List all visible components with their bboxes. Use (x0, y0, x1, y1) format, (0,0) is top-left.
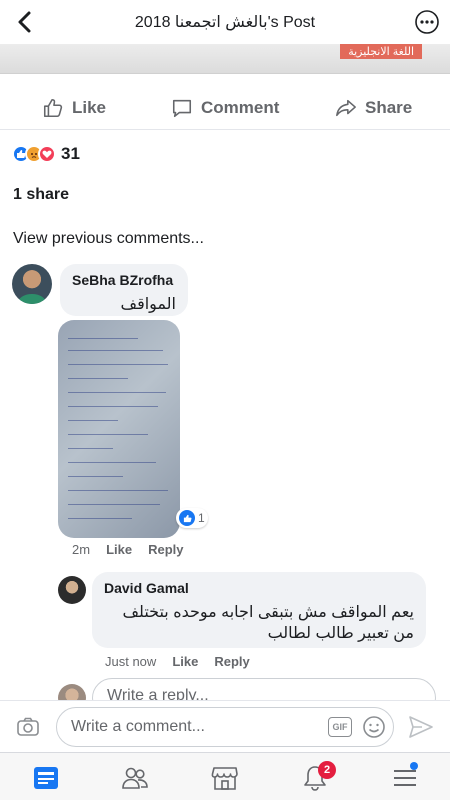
comment-text: المواقف (120, 296, 177, 313)
comment-photo[interactable] (58, 320, 180, 538)
menu-indicator-dot (410, 762, 418, 770)
reply-time: Just now (105, 654, 157, 669)
comment-reply-button[interactable]: Reply (148, 542, 183, 557)
reactions-summary[interactable]: 31 (12, 143, 80, 165)
post-actions-bar: Like Comment Share (0, 86, 450, 130)
comment-bubble[interactable]: SeBha BZrofha المواقف (60, 264, 188, 316)
comment-bubble-icon (172, 99, 192, 118)
view-previous-comments-link[interactable]: View previous comments... (13, 230, 204, 248)
like-label: Like (72, 98, 107, 117)
reactions-count: 31 (61, 144, 80, 163)
comment-reaction-count: 1 (198, 511, 205, 525)
comment-time: 2m (72, 542, 91, 557)
post-image-tag: اللغة الانجليزية (340, 44, 422, 59)
header-bar: بالغش اتجمعنا 2018's Post (0, 0, 450, 44)
share-arrow-icon (336, 99, 356, 117)
comment-label: Comment (201, 98, 280, 117)
reply-like-button[interactable]: Like (172, 654, 198, 669)
comment-like-button[interactable]: Like (106, 542, 132, 557)
comment-reaction-badge[interactable]: 1 (176, 508, 208, 528)
reply-author[interactable]: David Gamal (104, 580, 414, 596)
emoji-icon[interactable] (362, 715, 386, 739)
comment-author[interactable]: SeBha BZrofha (72, 272, 176, 288)
avatar[interactable] (58, 576, 86, 604)
notifications-badge: 2 (318, 761, 336, 779)
shares-count[interactable]: 1 share (13, 186, 69, 204)
back-chevron-icon[interactable] (12, 8, 40, 36)
friends-icon[interactable] (120, 763, 150, 793)
avatar[interactable] (12, 264, 52, 304)
reply-meta: Just now Like Reply (105, 654, 250, 669)
reply-reply-button[interactable]: Reply (214, 654, 249, 669)
marketplace-icon[interactable] (210, 763, 240, 793)
comment-button[interactable]: Comment (171, 95, 279, 121)
share-label: Share (365, 98, 413, 117)
news-feed-icon[interactable] (31, 763, 61, 793)
love-reaction-icon (38, 145, 56, 163)
reply-text: يعم المواقف مش بتبقى اجابه موحده بتختلف … (122, 604, 414, 642)
post-image[interactable]: اللغة الانجليزية (0, 44, 450, 74)
more-options-icon[interactable] (414, 9, 440, 35)
like-button[interactable]: Like (42, 95, 106, 121)
bottom-tab-bar: 2 (0, 752, 450, 800)
page-title: بالغش اتجمعنا 2018's Post (134, 14, 316, 31)
thumbs-up-icon (43, 98, 63, 118)
reply-bubble[interactable]: David Gamal يعم المواقف مش بتبقى اجابه م… (92, 572, 426, 648)
comment-composer: Write a comment... GIF (0, 700, 450, 752)
share-button[interactable]: Share (335, 95, 412, 121)
comment-meta: 2m Like Reply (72, 542, 183, 557)
like-reaction-icon (179, 510, 195, 526)
send-icon[interactable] (408, 715, 434, 739)
gif-button[interactable]: GIF (328, 717, 352, 737)
camera-icon[interactable] (16, 715, 40, 739)
